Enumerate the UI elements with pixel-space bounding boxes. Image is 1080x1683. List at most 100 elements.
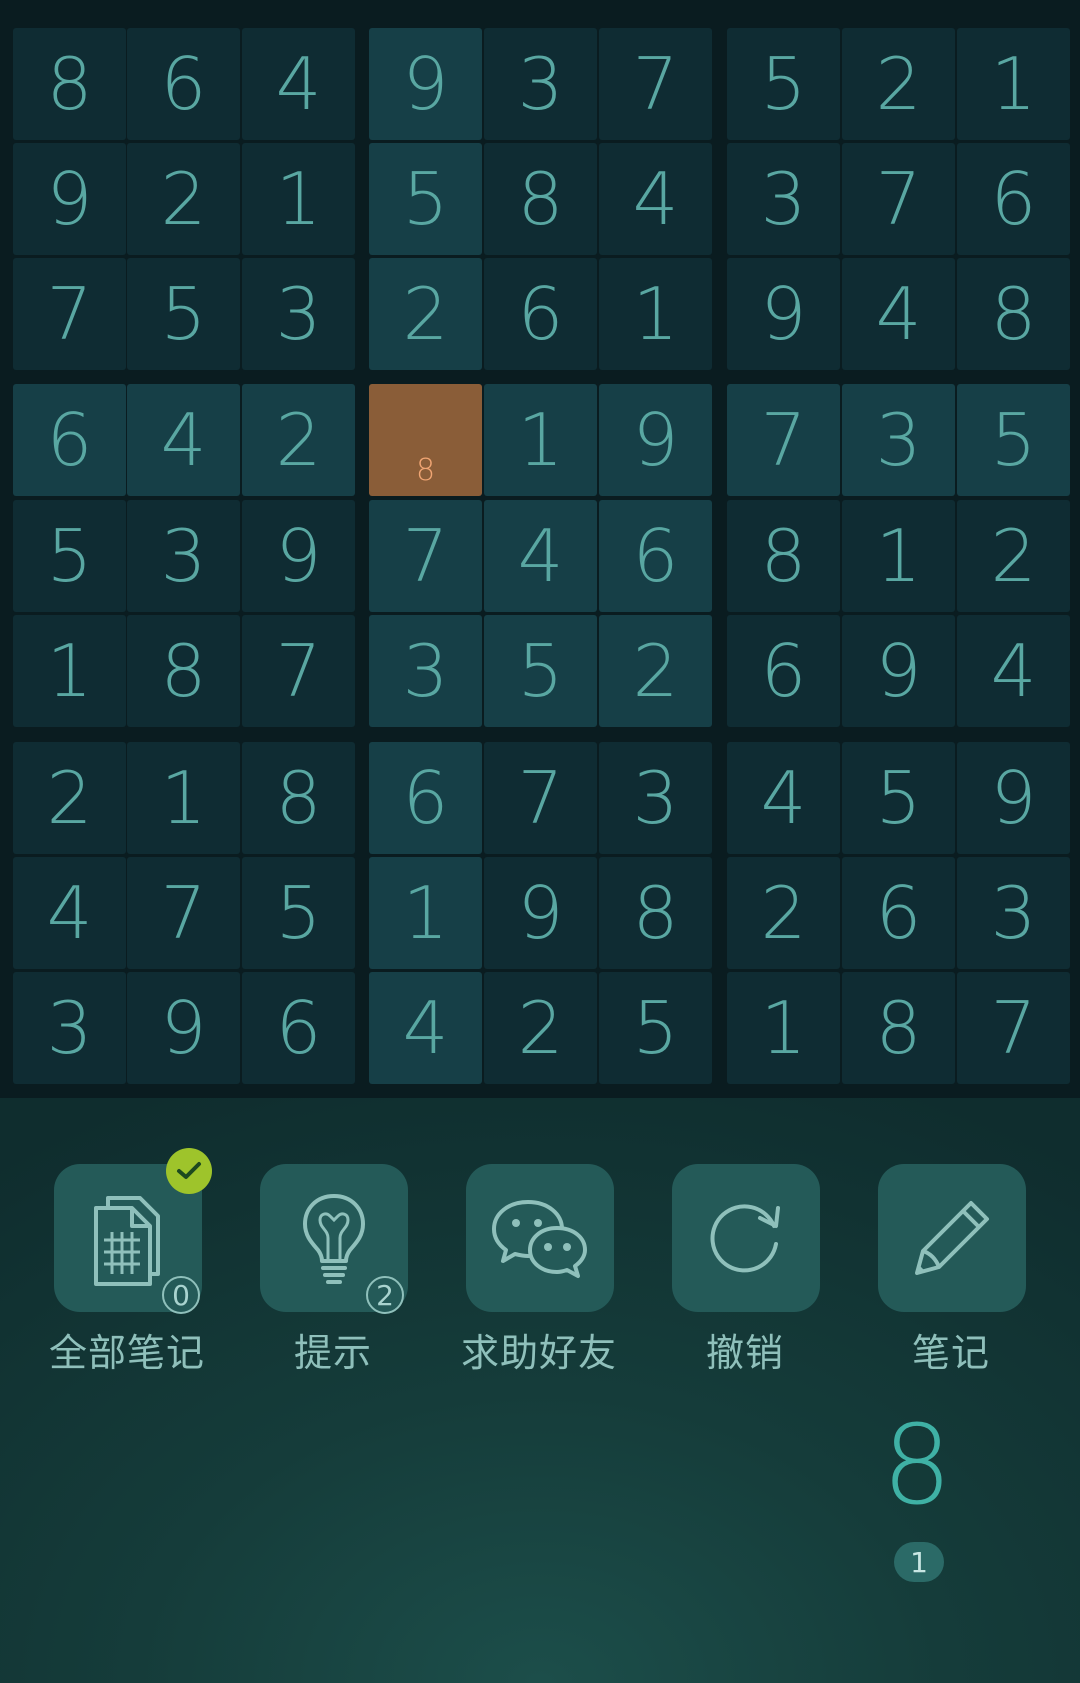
sudoku-cell[interactable]: 1 [484,384,597,496]
sudoku-cell[interactable]: 4 [727,742,840,854]
sudoku-cell[interactable]: 7 [842,143,955,255]
sudoku-cell[interactable]: 6 [727,615,840,727]
sudoku-cell[interactable]: 2 [369,258,482,370]
sudoku-cell[interactable]: 3 [369,615,482,727]
cell-digit: 7 [160,871,207,955]
cell-digit: 7 [632,42,679,126]
sudoku-cell[interactable]: 2 [13,742,126,854]
sudoku-cell[interactable]: 2 [242,384,355,496]
sudoku-cell[interactable]: 9 [599,384,712,496]
sudoku-cell[interactable]: 9 [484,857,597,969]
sudoku-cell[interactable]: 5 [242,857,355,969]
note-label: 笔记 [911,1331,990,1375]
note-button[interactable]: 笔记 [851,1160,1051,1380]
cell-digit: 4 [875,272,922,356]
sudoku-cell[interactable]: 1 [127,742,240,854]
sudoku-cell[interactable]: 9 [842,615,955,727]
sudoku-cell[interactable]: 4 [599,143,712,255]
sudoku-cell[interactable]: 7 [242,615,355,727]
hint-button[interactable]: 2 提示 [233,1160,433,1380]
sudoku-cell[interactable]: 4 [13,857,126,969]
note-tile[interactable] [878,1164,1026,1312]
sudoku-cell[interactable]: 6 [957,143,1070,255]
sudoku-cell[interactable]: 8 [13,28,126,140]
sudoku-cell[interactable]: 9 [727,258,840,370]
cell-digit: 6 [632,514,679,598]
sudoku-cell[interactable]: 3 [127,500,240,612]
sudoku-cell[interactable]: 7 [369,500,482,612]
sudoku-cell[interactable]: 7 [599,28,712,140]
cell-digit: 3 [160,514,207,598]
sudoku-cell[interactable]: 5 [484,615,597,727]
sudoku-cell[interactable]: 7 [13,258,126,370]
sudoku-cell-selected[interactable]: 8 [369,384,482,496]
sudoku-cell[interactable]: 8 [957,258,1070,370]
sudoku-cell[interactable]: 7 [484,742,597,854]
sudoku-cell[interactable]: 2 [957,500,1070,612]
sudoku-cell[interactable]: 2 [484,972,597,1084]
sudoku-cell[interactable]: 3 [242,258,355,370]
sudoku-cell[interactable]: 8 [727,500,840,612]
sudoku-cell[interactable]: 4 [484,500,597,612]
sudoku-cell[interactable]: 4 [242,28,355,140]
sudoku-cell[interactable]: 8 [242,742,355,854]
sudoku-cell[interactable]: 5 [369,143,482,255]
cell-digit: 7 [275,629,322,713]
sudoku-cell[interactable]: 5 [13,500,126,612]
sudoku-cell[interactable]: 9 [957,742,1070,854]
sudoku-cell[interactable]: 2 [727,857,840,969]
sudoku-cell[interactable]: 6 [13,384,126,496]
cell-digit: 8 [760,514,807,598]
sudoku-cell[interactable]: 2 [599,615,712,727]
sudoku-cell[interactable]: 6 [842,857,955,969]
undo-button[interactable]: 撤销 [645,1160,845,1380]
sudoku-cell[interactable]: 1 [242,143,355,255]
sudoku-cell[interactable]: 2 [127,143,240,255]
undo-tile[interactable] [672,1164,820,1312]
ask-friend-tile[interactable] [466,1164,614,1312]
sudoku-cell[interactable]: 4 [957,615,1070,727]
sudoku-cell[interactable]: 4 [842,258,955,370]
cell-digit: 1 [517,398,564,482]
sudoku-cell[interactable]: 6 [599,500,712,612]
sudoku-cell[interactable]: 7 [727,384,840,496]
sudoku-cell[interactable]: 4 [369,972,482,1084]
sudoku-cell[interactable]: 6 [369,742,482,854]
sudoku-cell[interactable]: 9 [13,143,126,255]
sudoku-cell[interactable]: 9 [242,500,355,612]
sudoku-cell[interactable]: 5 [842,742,955,854]
number-pad-digit[interactable]: 8 [852,1400,982,1530]
sudoku-cell[interactable]: 8 [599,857,712,969]
sudoku-cell[interactable]: 1 [842,500,955,612]
sudoku-cell[interactable]: 8 [127,615,240,727]
sudoku-cell[interactable]: 1 [599,258,712,370]
sudoku-cell[interactable]: 6 [242,972,355,1084]
sudoku-cell[interactable]: 3 [13,972,126,1084]
sudoku-cell[interactable]: 8 [842,972,955,1084]
sudoku-cell[interactable]: 3 [599,742,712,854]
sudoku-cell[interactable]: 1 [369,857,482,969]
sudoku-cell[interactable]: 5 [127,258,240,370]
sudoku-cell[interactable]: 3 [957,857,1070,969]
sudoku-cell[interactable]: 6 [484,258,597,370]
sudoku-cell[interactable]: 6 [127,28,240,140]
sudoku-cell[interactable]: 3 [842,384,955,496]
sudoku-cell[interactable]: 4 [127,384,240,496]
sudoku-cell[interactable]: 7 [127,857,240,969]
cell-digit: 4 [275,42,322,126]
sudoku-cell[interactable]: 1 [727,972,840,1084]
sudoku-cell[interactable]: 7 [957,972,1070,1084]
sudoku-cell[interactable]: 5 [599,972,712,1084]
sudoku-cell[interactable]: 1 [957,28,1070,140]
sudoku-cell[interactable]: 9 [369,28,482,140]
ask-friend-button[interactable]: 求助好友 [439,1160,639,1380]
sudoku-cell[interactable]: 1 [13,615,126,727]
sudoku-cell[interactable]: 9 [127,972,240,1084]
sudoku-cell[interactable]: 8 [484,143,597,255]
sudoku-cell[interactable]: 5 [957,384,1070,496]
all-notes-button[interactable]: 0 全部笔记 [27,1148,227,1380]
sudoku-cell[interactable]: 3 [484,28,597,140]
sudoku-cell[interactable]: 2 [842,28,955,140]
sudoku-cell[interactable]: 3 [727,143,840,255]
sudoku-cell[interactable]: 5 [727,28,840,140]
